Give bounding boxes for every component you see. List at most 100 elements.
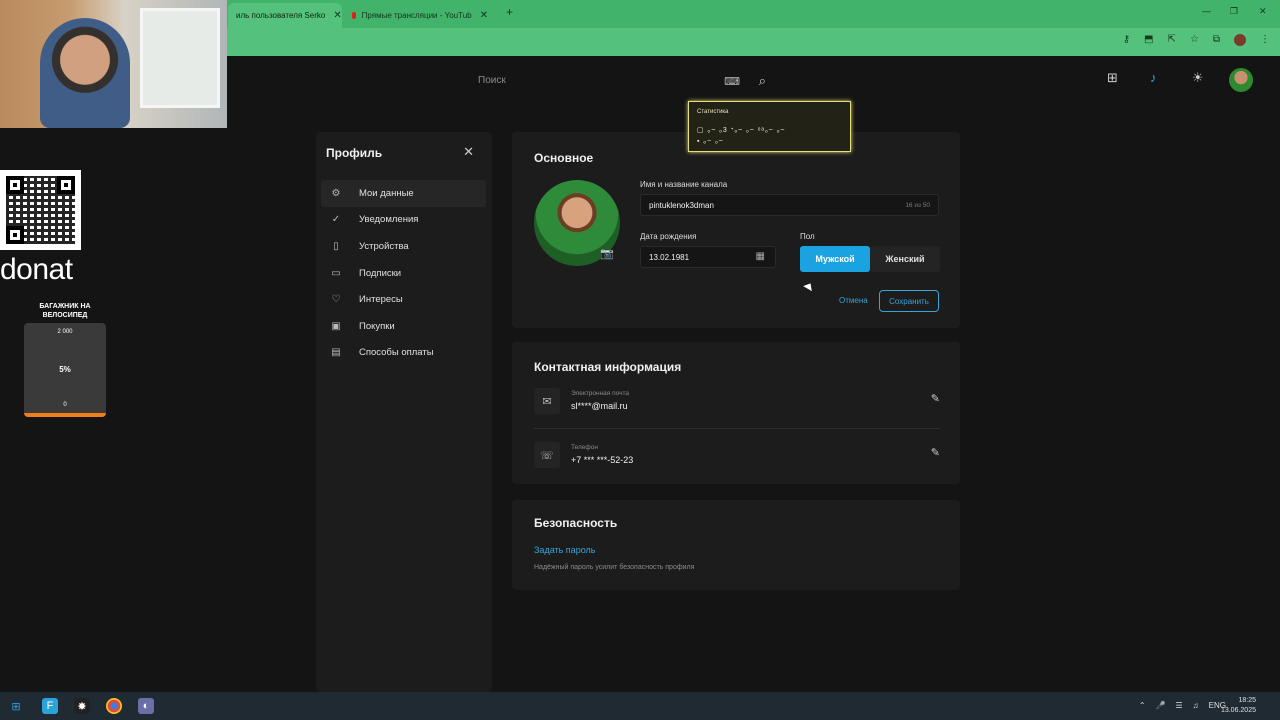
stats-overlay: Статистика ▢ ₒ~ ₒ3 ᐩₒ~ ₒ~ ᵒᵃₒ~ ₒ~ ▪ ₒ~ ₒ… (688, 101, 851, 152)
sidebar-item-6[interactable]: ▤ Способы оплаты (321, 340, 486, 367)
clock-time: 18:25 (1238, 697, 1256, 704)
edit-pencil-icon[interactable]: ✎ (931, 446, 940, 459)
upload-icon[interactable]: ⊞ (1107, 70, 1118, 86)
birth-date-field[interactable]: 13.02.1981 ▦ (640, 246, 776, 268)
sidebar-item-2[interactable]: ▯ Устройства (321, 233, 486, 260)
volume-icon[interactable]: ♫ (1193, 701, 1199, 710)
youtube-icon (352, 12, 356, 19)
clock-date: 13.06.2025 (1220, 707, 1256, 714)
app-icon[interactable]: F (42, 698, 58, 714)
sidebar-item-label: Устройства (359, 240, 409, 252)
streamer-face (40, 18, 130, 128)
sidebar-item-label: Покупки (359, 320, 395, 332)
phone-value: +7 *** ***-52-23 (571, 455, 634, 465)
password-hint: Надёжный пароль усилит безопасность проф… (534, 564, 695, 571)
app-icon[interactable]: ◐ (138, 698, 154, 714)
purchases-icon: ▣ (331, 320, 341, 332)
sidebar-item-label: Мои данные (359, 187, 414, 199)
mic-icon[interactable]: 🎤 (1156, 701, 1166, 710)
birth-date-value: 13.02.1981 (649, 253, 690, 262)
chevron-up-icon[interactable]: ⌃ (1139, 701, 1146, 710)
donation-goal: 2 000 5% 0 (24, 323, 106, 417)
system-tray: ⌃ 🎤 ☰ ♫ ENG (1139, 701, 1226, 710)
profile-title: Профиль (326, 146, 383, 160)
qr-code (0, 170, 81, 250)
close-icon[interactable]: ✕ (463, 144, 474, 160)
channel-name-field[interactable]: pintuklenok3dman 16 из 50 (640, 194, 939, 216)
qr-finder (6, 226, 24, 244)
profile-menu: ⚙ Мои данные ✓ Уведомления ▯ Устройства ▭ Подпи… (321, 180, 486, 366)
tab-label: Прямые трансляции - YouTub (361, 11, 472, 20)
phone-row: ☏ Телефон +7 *** ***-52-23 ✎ (534, 436, 940, 480)
qr-finder (57, 176, 75, 194)
app-icon[interactable]: ✸ (74, 698, 90, 714)
minimize-button[interactable]: — (1202, 6, 1211, 16)
basic-info-card: Основное 📷 Имя и название канала pintukl… (512, 132, 960, 328)
subscription-icon: ▭ (331, 267, 341, 279)
taskbar-clock[interactable]: 18:25 13.06.2025 (1221, 696, 1256, 716)
divider (534, 428, 940, 429)
search-input[interactable]: Поиск (478, 75, 506, 86)
sidebar-item-label: Интересы (359, 294, 403, 306)
qr-finder (6, 176, 24, 194)
stats-title: Статистика (697, 109, 729, 115)
save-button[interactable]: Сохранить (879, 290, 939, 312)
gender-male-button[interactable]: Мужской (800, 246, 870, 272)
basic-title: Основное (534, 151, 594, 165)
char-counter: 16 из 50 (905, 202, 930, 209)
gear-icon: ⚙ (331, 187, 341, 199)
browser-tab-profile[interactable]: иль пользователя Serko ✕ (228, 3, 342, 28)
user-avatar[interactable] (1229, 68, 1253, 92)
maximize-button[interactable]: ❐ (1230, 6, 1238, 17)
goal-target: 2 000 (57, 329, 73, 335)
windows-taskbar: ⊞ F ✸ ◐ ⌃ 🎤 ☰ ♫ ENG 18:25 13.06.2025 (0, 692, 1280, 720)
goal-start: 0 (63, 402, 67, 408)
gender-female-button[interactable]: Женский (870, 246, 940, 272)
phone-icon: ☏ (534, 442, 560, 468)
sidebar-item-3[interactable]: ▭ Подписки (321, 260, 486, 287)
channel-name-value: pintuklenok3dman (649, 201, 714, 210)
key-icon[interactable]: ⚷ (1123, 34, 1130, 46)
device-icon: ▯ (333, 240, 339, 252)
browser-profile-avatar[interactable] (1234, 34, 1246, 46)
windows-start-icon[interactable]: ⊞ (8, 698, 24, 714)
donat-text: donat (0, 253, 73, 286)
close-window-button[interactable]: ✕ (1259, 6, 1267, 17)
search-box[interactable]: Поиск ⌨ ⌕ (470, 70, 780, 92)
camera-icon[interactable]: 📷 (600, 247, 614, 260)
extensions-icon[interactable]: ⧉ (1213, 34, 1220, 46)
share-icon[interactable]: ⇱ (1168, 34, 1176, 46)
notifications-icon[interactable]: ♪ (1150, 70, 1157, 85)
close-icon[interactable]: ✕ (333, 10, 341, 21)
cancel-button[interactable]: Отмена (839, 296, 868, 305)
sidebar-item-label: Способы оплаты (359, 347, 434, 359)
wallet-icon: ▤ (331, 347, 341, 359)
keyboard-icon[interactable]: ⌨ (724, 75, 740, 88)
calendar-icon[interactable]: ▦ (756, 251, 765, 262)
edit-pencil-icon[interactable]: ✎ (931, 392, 940, 405)
webcam-window (140, 8, 220, 108)
security-card: Безопасность Задать пароль Надёжный паро… (512, 500, 960, 590)
stats-row: ▪ ₒ~ ₒ~ (697, 138, 724, 145)
sidebar-item-0[interactable]: ⚙ Мои данные (321, 180, 486, 207)
contact-info-card: Контактная информация ✉ Электронная почт… (512, 342, 960, 484)
stats-row: ▢ ₒ~ ₒ3 ᐩₒ~ ₒ~ ᵒᵃₒ~ ₒ~ (697, 127, 786, 134)
sidebar-item-label: Уведомления (359, 214, 419, 226)
sidebar-item-5[interactable]: ▣ Покупки (321, 313, 486, 340)
set-password-link[interactable]: Задать пароль (534, 545, 595, 555)
tab-label: иль пользователя Serko (236, 11, 326, 20)
search-icon[interactable]: ⌕ (759, 73, 766, 89)
new-tab-button[interactable]: + (506, 5, 513, 19)
install-icon[interactable]: ⬒ (1144, 34, 1153, 46)
network-icon[interactable]: ☰ (1175, 701, 1182, 710)
close-icon[interactable]: ✕ (480, 10, 488, 21)
theme-sun-icon[interactable]: ☀ (1192, 70, 1204, 86)
email-row: ✉ Электронная почта sl****@mail.ru ✎ (534, 382, 940, 426)
webcam-overlay (0, 0, 227, 128)
sidebar-item-4[interactable]: ♡ Интересы (321, 286, 486, 313)
bookmark-star-icon[interactable]: ☆ (1190, 34, 1199, 46)
sidebar-item-1[interactable]: ✓ Уведомления (321, 207, 486, 234)
chrome-icon[interactable] (106, 698, 122, 714)
browser-tab-youtube[interactable]: Прямые трансляции - YouTub ✕ (344, 3, 496, 28)
menu-kebab-icon[interactable]: ⋮ (1260, 34, 1270, 46)
